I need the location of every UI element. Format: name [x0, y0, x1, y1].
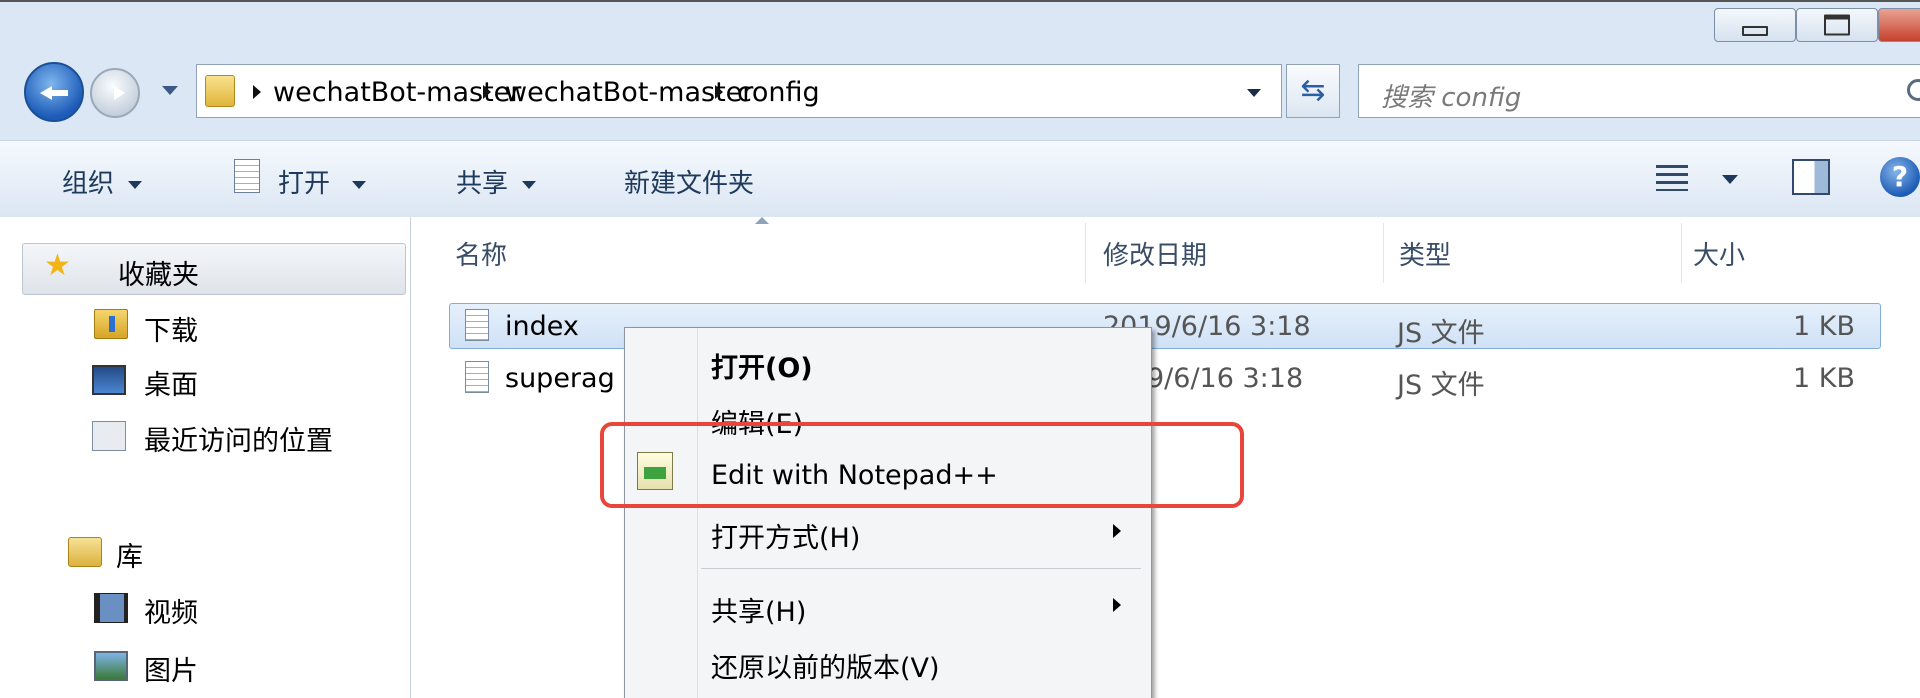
video-icon — [94, 593, 128, 623]
breadcrumb-separator-icon[interactable] — [253, 85, 261, 99]
forward-button[interactable] — [90, 68, 140, 118]
folder-icon — [205, 75, 235, 107]
open-label: 打开 — [278, 169, 331, 199]
file-size: 1 KB — [1793, 311, 1855, 342]
column-divider[interactable] — [1681, 223, 1682, 283]
column-divider[interactable] — [1383, 223, 1384, 283]
downloads-folder-icon — [94, 309, 128, 339]
context-menu: 打开(O) 编辑(E) Edit with Notepad++ 打开方式(H) … — [624, 327, 1152, 698]
sidebar-item-videos[interactable]: 视频 — [144, 591, 198, 630]
explorer-window: wechatBot-master wechatBot-master config… — [0, 0, 1920, 698]
column-header-type[interactable]: 类型 — [1399, 235, 1451, 272]
search-placeholder: 搜索 config — [1381, 83, 1522, 113]
menu-item-edit[interactable]: 编辑(E) — [711, 402, 803, 441]
close-button[interactable] — [1878, 8, 1920, 42]
open-button[interactable]: 打开 — [278, 163, 367, 200]
breadcrumb-item[interactable]: config — [737, 77, 820, 108]
column-header-size[interactable]: 大小 — [1693, 235, 1745, 272]
share-button[interactable]: 共享 — [456, 163, 537, 200]
file-size: 1 KB — [1793, 363, 1855, 394]
sort-ascending-icon — [755, 217, 769, 224]
file-type: JS 文件 — [1397, 318, 1485, 349]
breadcrumb-separator-icon[interactable] — [483, 85, 491, 99]
document-icon — [234, 159, 260, 193]
new-folder-button[interactable]: 新建文件夹 — [624, 163, 754, 200]
preview-pane-icon[interactable] — [1792, 159, 1830, 195]
file-modified: 9/6/16 3:18 — [1147, 363, 1304, 394]
menu-separator — [701, 568, 1141, 569]
sidebar-item-downloads[interactable]: 下载 — [144, 309, 198, 348]
minimize-icon — [1742, 26, 1768, 36]
favorites-header[interactable] — [22, 243, 406, 295]
help-icon[interactable]: ? — [1880, 157, 1920, 197]
search-input[interactable]: 搜索 config — [1358, 64, 1920, 118]
organize-label: 组织 — [62, 169, 115, 199]
back-button[interactable] — [24, 62, 84, 122]
menu-item-open[interactable]: 打开(O) — [711, 346, 813, 385]
minimize-button[interactable] — [1714, 8, 1796, 42]
view-options-icon[interactable] — [1656, 165, 1688, 191]
chevron-down-icon — [522, 180, 537, 189]
sidebar-item-library[interactable]: 库 — [116, 535, 143, 574]
notepad-plus-plus-icon — [637, 452, 673, 490]
desktop-icon — [92, 365, 126, 395]
menu-item-share[interactable]: 共享(H) — [711, 590, 806, 629]
js-file-icon — [465, 361, 489, 393]
library-icon — [68, 537, 102, 567]
file-type: JS 文件 — [1397, 370, 1485, 401]
address-bar[interactable]: wechatBot-master wechatBot-master config — [196, 64, 1282, 118]
sidebar-item-desktop[interactable]: 桌面 — [144, 363, 198, 402]
menu-item-open-with[interactable]: 打开方式(H) — [711, 516, 860, 555]
recent-pages-dropdown[interactable] — [162, 86, 178, 95]
column-header-name[interactable]: 名称 — [455, 235, 507, 272]
share-label: 共享 — [456, 169, 509, 199]
sidebar-item-recent-places[interactable]: 最近访问的位置 — [144, 419, 333, 458]
picture-icon — [94, 651, 128, 681]
file-name[interactable]: index — [505, 311, 579, 342]
address-dropdown-icon[interactable] — [1247, 89, 1261, 97]
refresh-icon: ⇆ — [1300, 73, 1326, 108]
search-icon[interactable] — [1907, 79, 1920, 101]
refresh-button[interactable]: ⇆ — [1286, 64, 1340, 118]
chevron-down-icon — [352, 180, 367, 189]
chevron-down-icon — [128, 180, 143, 189]
maximize-button[interactable] — [1796, 8, 1878, 42]
maximize-icon — [1824, 14, 1850, 36]
command-bar: 组织 打开 共享 新建文件夹 ? — [0, 140, 1920, 218]
menu-item-restore-previous-versions[interactable]: 还原以前的版本(V) — [711, 646, 940, 685]
column-divider[interactable] — [1085, 223, 1086, 283]
submenu-arrow-icon — [1113, 598, 1121, 612]
file-name[interactable]: superag — [505, 363, 615, 394]
column-header-modified[interactable]: 修改日期 — [1103, 235, 1207, 272]
organize-button[interactable]: 组织 — [62, 163, 143, 200]
chevron-down-icon[interactable] — [1722, 175, 1738, 184]
breadcrumb-separator-icon[interactable] — [715, 85, 723, 99]
navigation-pane: ★ 收藏夹 下载 桌面 最近访问的位置 库 视频 图片 — [0, 217, 411, 698]
menu-item-edit-with-notepad[interactable]: Edit with Notepad++ — [711, 460, 998, 491]
menu-icon-gutter — [697, 328, 698, 698]
favorites-label[interactable]: 收藏夹 — [118, 253, 199, 292]
sidebar-item-pictures[interactable]: 图片 — [144, 649, 198, 688]
star-icon: ★ — [44, 248, 71, 283]
recent-places-icon — [92, 421, 126, 451]
js-file-icon — [465, 309, 489, 341]
submenu-arrow-icon — [1113, 524, 1121, 538]
